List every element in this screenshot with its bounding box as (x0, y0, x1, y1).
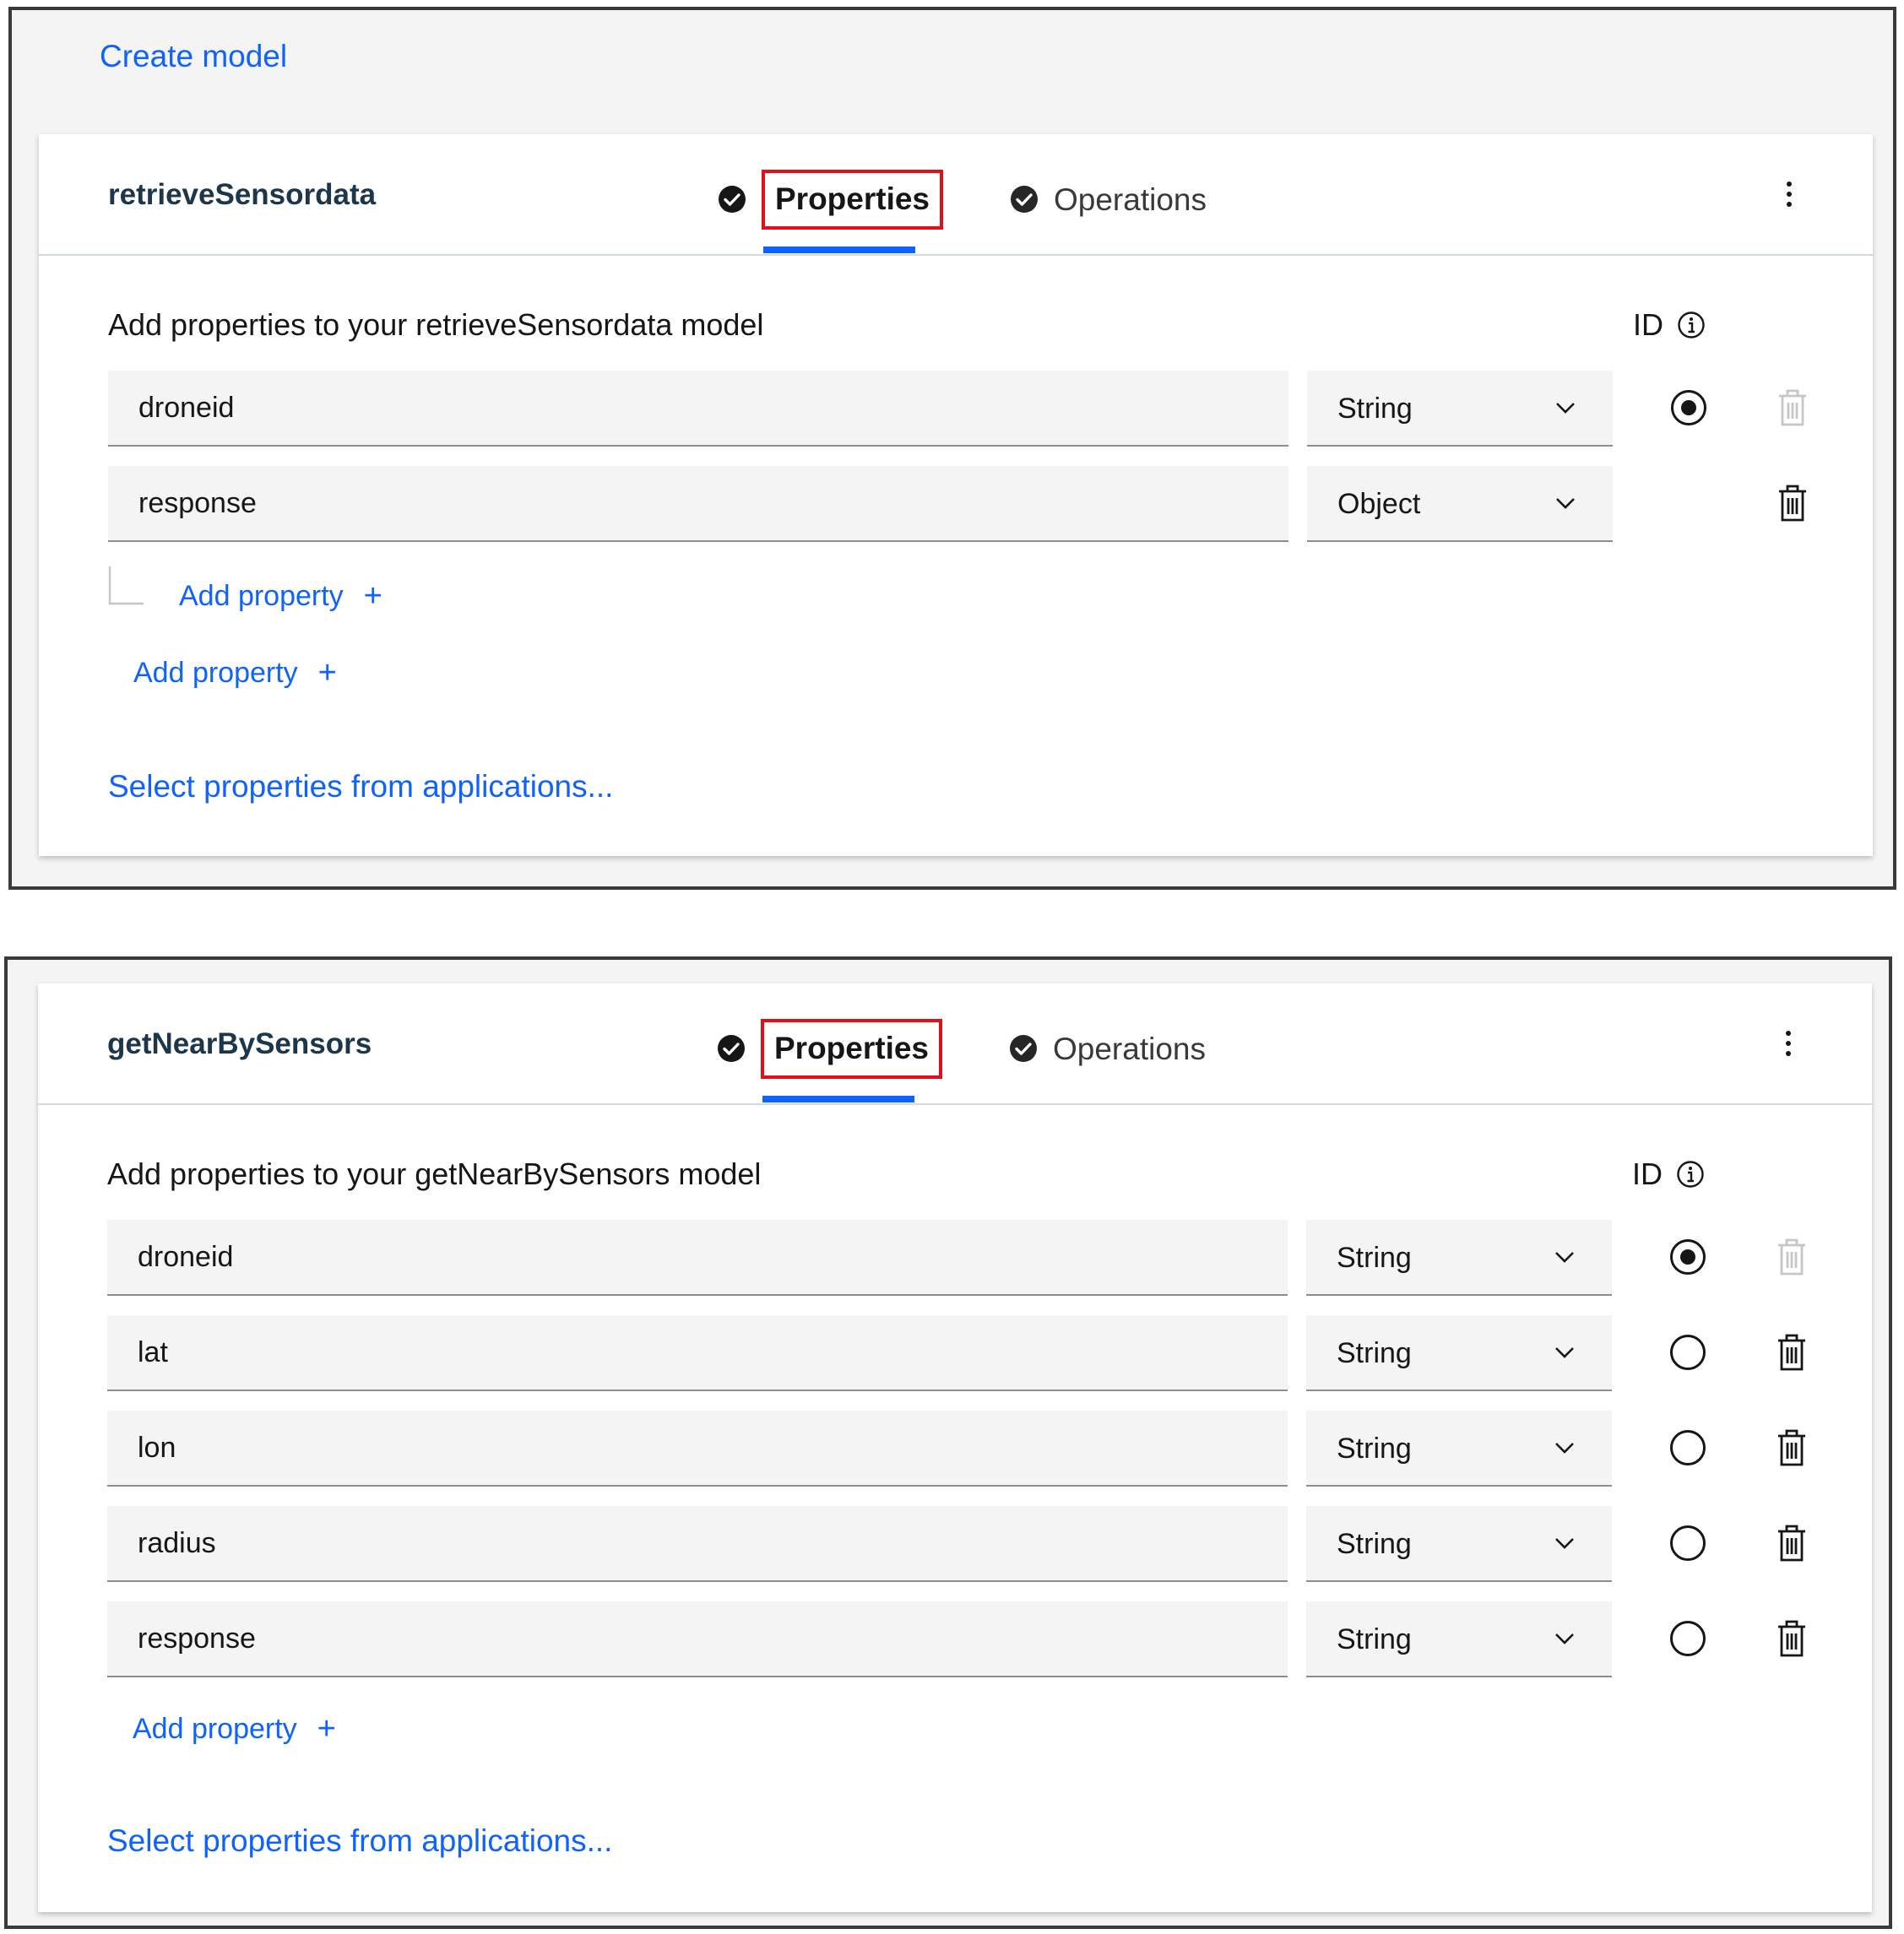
nested-connector-icon (108, 566, 144, 605)
property-type-dropdown[interactable]: String (1306, 1315, 1612, 1391)
property-name-input[interactable] (107, 1411, 1288, 1487)
property-type-dropdown[interactable]: String (1306, 1220, 1612, 1296)
id-radio-unselected[interactable] (1669, 1620, 1706, 1657)
checkmark-filled-icon (1011, 186, 1038, 213)
section-heading: Add properties to your retrieveSensordat… (108, 307, 764, 342)
property-type-value: String (1337, 1433, 1412, 1465)
add-property-label: Add property (133, 657, 298, 689)
trash-can-icon (1778, 1238, 1805, 1276)
property-name-input[interactable] (108, 466, 1288, 542)
add-property-link[interactable]: Add property + (133, 1713, 336, 1745)
select-properties-from-applications-link[interactable]: Select properties from applications... (107, 1825, 612, 1856)
property-type-value: String (1337, 1337, 1412, 1369)
active-tab-indicator (762, 1096, 914, 1102)
tab-properties-label: Properties (762, 169, 944, 230)
property-type-value: Object (1337, 488, 1421, 520)
property-row: String (108, 371, 1806, 448)
model-name: retrieveSensordata (108, 178, 377, 211)
active-tab-indicator (763, 246, 915, 253)
trash-can-icon[interactable] (1775, 1523, 1809, 1563)
tab-operations-label: Operations (1054, 181, 1207, 217)
id-column-header: ID (1633, 310, 1706, 340)
id-radio-unselected[interactable] (1669, 1525, 1706, 1562)
property-type-value: String (1337, 1623, 1412, 1655)
plus-icon: + (317, 655, 337, 691)
id-radio-selected[interactable] (1669, 1238, 1706, 1276)
model-name: getNearBySensors (107, 1027, 372, 1060)
model-panel-2: getNearBySensors Properties Operations A… (4, 956, 1892, 1929)
section-heading: Add properties to your getNearBySensors … (107, 1157, 762, 1191)
create-model-link[interactable]: Create model (100, 41, 287, 72)
property-type-value: String (1337, 1528, 1412, 1560)
id-radio-unselected[interactable] (1669, 1334, 1706, 1371)
add-property-link[interactable]: Add property + (133, 657, 337, 689)
chevron-down-icon (1556, 498, 1575, 509)
information-icon[interactable] (1677, 311, 1706, 339)
property-type-value: String (1337, 393, 1413, 425)
property-type-dropdown[interactable]: String (1306, 1601, 1612, 1677)
tab-operations[interactable]: Operations (1010, 170, 1207, 229)
checkmark-filled-icon (719, 186, 746, 213)
trash-can-icon[interactable] (1775, 1618, 1809, 1659)
tab-properties-label: Properties (761, 1018, 943, 1079)
tab-operations-label: Operations (1053, 1031, 1206, 1066)
plus-icon: + (317, 1711, 336, 1747)
property-name-input[interactable] (107, 1315, 1288, 1391)
property-row: String (107, 1601, 1805, 1679)
trash-can-icon (1779, 389, 1806, 426)
chevron-down-icon (1556, 403, 1575, 414)
overflow-menu-vertical-icon[interactable] (1782, 1029, 1794, 1058)
add-nested-property-label: Add property (179, 580, 344, 612)
id-label: ID (1632, 1157, 1663, 1191)
chevron-down-icon (1555, 1633, 1574, 1644)
chevron-down-icon (1555, 1252, 1574, 1263)
property-type-dropdown[interactable]: String (1307, 371, 1613, 447)
property-row: Object (108, 466, 1806, 544)
add-property-label: Add property (133, 1713, 297, 1745)
chevron-down-icon (1555, 1538, 1574, 1549)
property-row: String (107, 1315, 1805, 1393)
tab-operations[interactable]: Operations (1009, 1019, 1206, 1078)
model-panel-1: Create model retrieveSensordata Properti… (8, 7, 1896, 890)
tab-properties[interactable]: Properties (718, 169, 944, 230)
property-name-input[interactable] (107, 1506, 1288, 1582)
plus-icon: + (363, 578, 382, 614)
card-header: retrieveSensordata Properties Operations (39, 134, 1873, 256)
property-type-dropdown[interactable]: String (1306, 1506, 1612, 1582)
tab-properties[interactable]: Properties (717, 1018, 943, 1079)
trash-can-icon[interactable] (1776, 483, 1809, 523)
add-nested-property-link[interactable]: Add property + (179, 580, 382, 612)
id-radio-unselected[interactable] (1669, 1429, 1706, 1466)
overflow-menu-vertical-icon[interactable] (1783, 180, 1795, 209)
id-column-header: ID (1632, 1159, 1705, 1189)
property-type-dropdown[interactable]: Object (1307, 466, 1613, 542)
property-row: String (107, 1411, 1805, 1488)
select-properties-from-applications-link[interactable]: Select properties from applications... (108, 771, 613, 802)
chevron-down-icon (1555, 1443, 1574, 1454)
checkmark-filled-icon (718, 1035, 745, 1062)
chevron-down-icon (1555, 1347, 1574, 1358)
checkmark-filled-icon (1010, 1035, 1037, 1062)
id-radio-selected[interactable] (1670, 389, 1707, 426)
model-card: retrieveSensordata Properties Operations (39, 134, 1873, 856)
trash-can-icon[interactable] (1775, 1332, 1809, 1373)
trash-can-icon[interactable] (1775, 1427, 1809, 1468)
property-name-input[interactable] (108, 371, 1288, 447)
property-row: String (107, 1220, 1805, 1297)
property-type-value: String (1337, 1242, 1412, 1274)
model-card: getNearBySensors Properties Operations A… (38, 983, 1872, 1912)
property-row: String (107, 1506, 1805, 1584)
id-label: ID (1633, 307, 1663, 342)
property-name-input[interactable] (107, 1220, 1288, 1296)
information-icon[interactable] (1676, 1160, 1705, 1189)
property-type-dropdown[interactable]: String (1306, 1411, 1612, 1487)
property-name-input[interactable] (107, 1601, 1288, 1677)
card-header: getNearBySensors Properties Operations (38, 983, 1872, 1105)
